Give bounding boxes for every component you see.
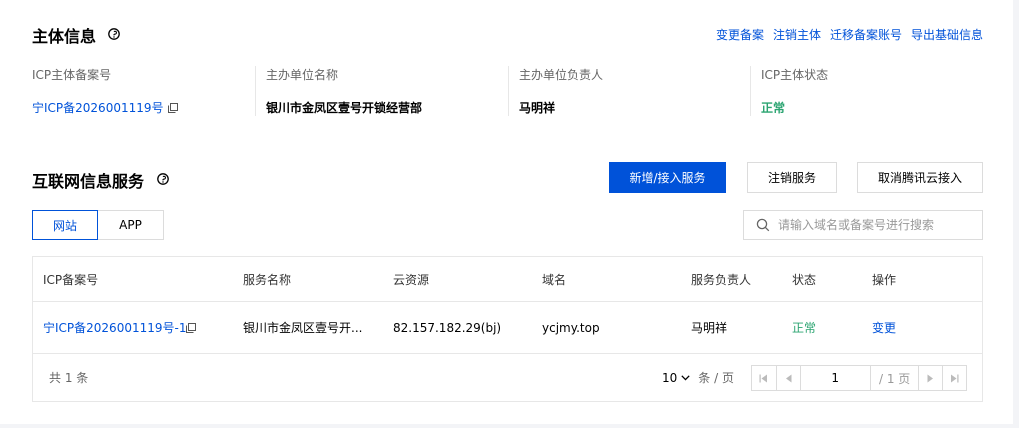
copy-icon[interactable] [186,323,196,333]
col-domain: 域名 [542,272,567,287]
col-status: 状态 [792,272,817,287]
total-count: 共 1 条 [49,371,89,385]
add-service-button[interactable]: 新增/接入服务 [609,162,726,193]
tab-app[interactable]: APP [98,210,164,240]
info-col-status: ICP主体状态 正常 [750,66,980,116]
info-value-icp[interactable]: 宁ICP备2026001119号 [32,99,255,116]
col-actions: 操作 [872,272,897,287]
page-size-unit: 条 / 页 [698,371,734,385]
migrate-account-link[interactable]: 迁移备案账号 [830,26,902,43]
entity-action-links: 变更备案 注销主体 迁移备案账号 导出基础信息 [716,26,983,43]
cancel-entity-link[interactable]: 注销主体 [773,26,821,43]
tab-website[interactable]: 网站 [32,210,98,240]
row-domain: ycjmy.top [542,320,600,335]
chevron-down-icon[interactable] [681,374,690,381]
current-page-input[interactable]: 1 [799,366,871,390]
info-label-org: 主办单位名称 [266,68,339,82]
row-service-name: 银川市金凤区壹号开... [243,321,363,335]
copy-icon[interactable] [167,102,178,113]
col-icp: ICP备案号 [43,272,99,287]
row-owner: 马明祥 [691,321,728,335]
table-header: ICP备案号 服务名称 云资源 域名 服务负责人 状态 操作 [33,257,982,302]
row-icp-number[interactable]: 宁ICP备2026001119号-1 [43,302,186,353]
table-footer: 共 1 条 10 条 / 页 1 / 1 页 [33,354,982,401]
refresh-help-icon[interactable] [107,27,121,41]
info-value-org: 银川市金凤区壹号开锁经营部 [266,101,423,115]
record-panel: 主体信息 变更备案 注销主体 迁移备案账号 导出基础信息 ICP主体备案号 宁I… [0,0,1013,424]
search-input[interactable] [778,218,968,232]
search-box [743,210,983,240]
info-label-icp: ICP主体备案号 [32,68,112,82]
row-change-link[interactable]: 变更 [872,302,896,353]
total-pages: / 1 页 [879,371,911,386]
info-col-owner: 主办单位负责人 马明祥 [508,66,750,116]
prev-page-icon[interactable] [775,366,800,390]
table-row: 宁ICP备2026001119号-1 银川市金凤区壹号开... 82.157.1… [33,302,982,354]
col-service-name: 服务名称 [243,272,292,287]
change-record-link[interactable]: 变更备案 [716,26,764,43]
row-cloud-resource: 82.157.182.29(bj) [393,320,502,335]
refresh-help-icon[interactable] [156,172,170,186]
next-page-icon[interactable] [918,366,942,390]
info-label-owner: 主办单位负责人 [519,68,604,82]
col-owner: 服务负责人 [691,272,752,287]
entity-section-title: 主体信息 [32,27,97,46]
services-table: ICP备案号 服务名称 云资源 域名 服务负责人 状态 操作 宁ICP备2026… [32,256,983,402]
page-size-select[interactable]: 10 条 / 页 [662,354,734,401]
search-icon [756,218,770,232]
first-page-icon[interactable] [752,366,776,390]
unlink-cloud-button[interactable]: 取消腾讯云接入 [857,162,983,193]
info-value-status: 正常 [761,101,786,115]
info-col-org: 主办单位名称 银川市金凤区壹号开锁经营部 [255,66,508,116]
export-info-link[interactable]: 导出基础信息 [911,26,983,43]
entity-info-grid: ICP主体备案号 宁ICP备2026001119号 主办单位名称 银川市金凤区壹… [32,66,980,116]
cancel-service-button[interactable]: 注销服务 [747,162,837,193]
services-section-title: 互联网信息服务 [32,172,145,191]
pager: 1 / 1 页 [751,365,967,391]
row-status: 正常 [792,321,817,335]
info-value-owner: 马明祥 [519,101,556,115]
last-page-icon[interactable] [942,366,966,390]
icp-number-text[interactable]: 宁ICP备2026001119号 [32,99,164,116]
service-type-tabs: 网站 APP [32,210,164,240]
col-cloud-resource: 云资源 [393,272,430,287]
info-col-icp: ICP主体备案号 宁ICP备2026001119号 [32,66,255,116]
info-label-status: ICP主体状态 [761,68,829,82]
page-size-value[interactable]: 10 [662,371,677,385]
